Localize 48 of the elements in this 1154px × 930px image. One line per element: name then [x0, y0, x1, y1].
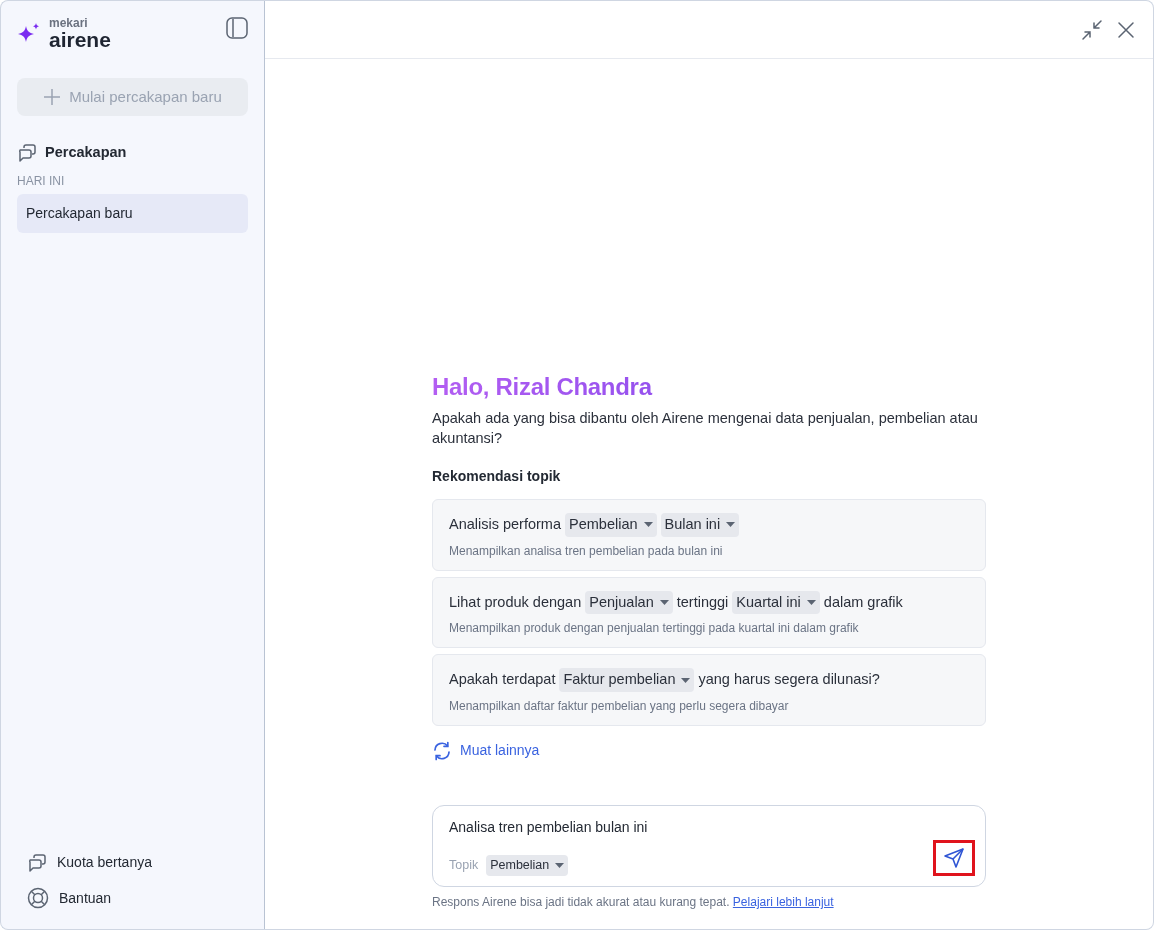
- brand-name: airene: [49, 29, 111, 50]
- caret-icon: [555, 863, 565, 869]
- send-icon: [943, 847, 965, 869]
- send-button[interactable]: [933, 840, 975, 876]
- recommendation-description: Menampilkan produk dengan penjualan tertinggi pada kuartal ini dalam grafik: [449, 620, 860, 638]
- caret-icon: [643, 522, 653, 528]
- prompt-text: Lihat produk dengan: [449, 592, 582, 612]
- dropdown-chip[interactable]: Kuartal ini: [732, 590, 820, 615]
- caret-icon: [806, 599, 816, 605]
- sidebar-toggle-icon[interactable]: [226, 17, 248, 39]
- section-heading: Rekomendasi topik: [432, 466, 562, 486]
- recommendation-description: Menampilkan daftar faktur pembelian yang perlu segera dibayar: [449, 698, 790, 715]
- caret-icon: [726, 522, 736, 528]
- conversation-item[interactable]: Percakapan baru: [17, 193, 248, 233]
- topic-label: Topik: [449, 857, 479, 875]
- sidebar-footer-item[interactable]: Kuota bertanya: [17, 852, 248, 873]
- topic-dropdown[interactable]: Pembelian: [486, 855, 569, 876]
- prompt-text: dalam grafik: [823, 592, 903, 612]
- disclaimer-text: Respons Airene bisa jadi tidak akurat atau kurang tepat. Pelajari lebih lanjut: [432, 894, 835, 911]
- prompt-text: Analisis performa: [449, 514, 561, 534]
- prompt-text: tertinggi: [676, 592, 729, 612]
- sidebar-footer-item[interactable]: Bantuan: [17, 887, 248, 909]
- learn-more-link[interactable]: Pelajari lebih lanjut: [732, 895, 834, 909]
- minimize-icon[interactable]: [1081, 18, 1103, 41]
- dropdown-chip[interactable]: Penjualan: [585, 590, 673, 615]
- caret-icon: [659, 599, 669, 605]
- dropdown-chip[interactable]: Bulan ini: [660, 512, 740, 537]
- close-icon[interactable]: [1117, 20, 1135, 39]
- recommendation-description: Menampilkan analisa tren pembelian pada bulan ini: [449, 542, 724, 560]
- caret-icon: [681, 677, 691, 683]
- refresh-icon: [432, 740, 452, 761]
- chat-bubbles-icon: [17, 142, 37, 163]
- recommendation-card[interactable]: Analisis performa Pembelian Bulan ini Menampilkan analisa tren pembelian pada bulan ini: [432, 498, 986, 571]
- dropdown-chip[interactable]: Faktur pembelian: [559, 668, 695, 692]
- lifebuoy-icon: [27, 887, 49, 909]
- brand-subtitle: mekari: [49, 17, 89, 29]
- prompt-text: yang harus segera dilunasi?: [698, 670, 880, 690]
- group-label: HARI INI: [17, 172, 66, 190]
- recommendation-card[interactable]: Apakah terdapat Faktur pembelian yang harus segera dilunasi? Menampilkan daftar faktur pembelian yang perlu segera dibayar: [432, 654, 986, 726]
- load-more-link[interactable]: Muat lainnya: [432, 740, 540, 761]
- message-input[interactable]: Analisa tren pembelian bulan ini: [449, 817, 975, 838]
- recommendation-card[interactable]: Lihat produk dengan Penjualan tertinggi Kuartal ini dalam grafik Menampilkan produk dengan penjualan tertinggi pada kuartal ini dalam grafik: [432, 576, 986, 649]
- chat-bubbles-icon: [27, 852, 47, 873]
- dropdown-chip[interactable]: Pembelian: [565, 512, 657, 537]
- section-title: Percakapan: [45, 143, 127, 162]
- intro-text: Apakah ada yang bisa dibantu oleh Airene mengenai data penjualan, pembelian atau akuntansi?: [432, 408, 979, 448]
- plus-icon: [43, 88, 62, 106]
- prompt-text: Apakah terdapat: [449, 670, 556, 690]
